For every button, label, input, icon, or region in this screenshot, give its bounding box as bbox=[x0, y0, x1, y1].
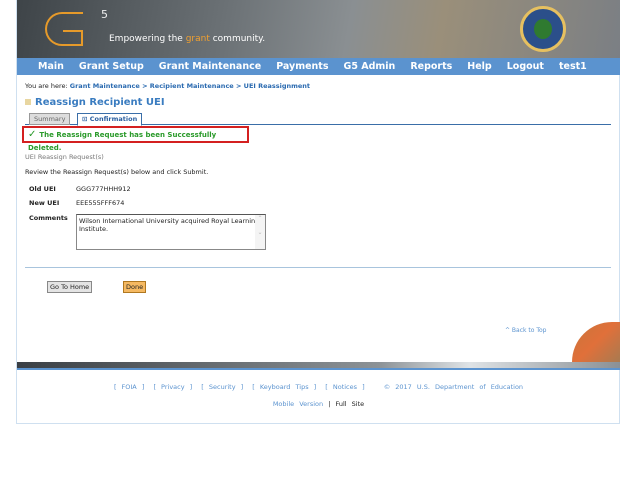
privacy-link[interactable]: [ Privacy ] bbox=[153, 383, 192, 391]
nav-payments[interactable]: Payments bbox=[276, 58, 328, 75]
page-title: Reassign Recipient UEI bbox=[25, 97, 165, 108]
breadcrumb-path[interactable]: Grant Maintenance > Recipient Maintenanc… bbox=[70, 82, 310, 90]
header-banner: 5 Empowering the grant community. bbox=[17, 0, 620, 58]
g5-logo-bar bbox=[63, 30, 83, 46]
back-to-top-link[interactable]: ^ Back to Top bbox=[505, 327, 546, 334]
old-uei-label: Old UEI bbox=[29, 185, 56, 193]
nav-help[interactable]: Help bbox=[467, 58, 491, 75]
success-message-text: The Reassign Request has been Successful… bbox=[28, 131, 217, 152]
nav-user[interactable]: test1 bbox=[559, 58, 587, 75]
nav-main[interactable]: Main bbox=[38, 58, 64, 75]
old-uei-value: GGG777HHH912 bbox=[76, 185, 131, 193]
comments-textarea[interactable]: Wilson International University acquired… bbox=[76, 214, 266, 250]
page-title-text: Reassign Recipient UEI bbox=[35, 97, 165, 108]
tab-confirmation[interactable]: ⊡ Confirmation bbox=[77, 113, 143, 126]
comments-text: Wilson International University acquired… bbox=[79, 217, 260, 233]
tagline-pre: Empowering the bbox=[109, 34, 186, 44]
tagline-post: community. bbox=[209, 34, 266, 44]
main-nav: Main Grant Setup Grant Maintenance Payme… bbox=[17, 58, 620, 75]
success-message: ✓ The Reassign Request has been Successfu… bbox=[22, 126, 249, 152]
security-link[interactable]: [ Security ] bbox=[201, 383, 243, 391]
divider bbox=[25, 267, 611, 268]
go-to-home-button[interactable]: Go To Home bbox=[47, 281, 93, 293]
tagline: Empowering the grant community. bbox=[109, 34, 265, 44]
page-container: 5 Empowering the grant community. Main G… bbox=[16, 0, 620, 424]
copyright: © 2017 U.S. Department of Education bbox=[383, 383, 524, 391]
classroom-image bbox=[572, 322, 620, 362]
check-icon: ✓ bbox=[28, 129, 37, 140]
section-title: UEI Reassign Request(s) bbox=[25, 153, 104, 161]
breadcrumb: You are here: Grant Maintenance > Recipi… bbox=[25, 82, 310, 90]
tab-confirmation-label: Confirmation bbox=[89, 115, 138, 123]
separator: | bbox=[328, 400, 331, 408]
textarea-scrollbar[interactable]: ⌃ ⌄ bbox=[255, 215, 265, 249]
nav-g5-admin[interactable]: G5 Admin bbox=[344, 58, 396, 75]
nav-reports[interactable]: Reports bbox=[410, 58, 452, 75]
nav-grant-maintenance[interactable]: Grant Maintenance bbox=[159, 58, 261, 75]
breadcrumb-prefix: You are here: bbox=[25, 82, 70, 90]
full-site-label: Full Site bbox=[335, 400, 365, 408]
footer-links: [ FOIA ] [ Privacy ] [ Security ] [ Keyb… bbox=[17, 383, 620, 391]
tagline-accent: grant bbox=[185, 34, 210, 44]
department-seal-icon bbox=[520, 6, 566, 52]
site-version: Mobile Version | Full Site bbox=[17, 400, 620, 408]
page-icon bbox=[25, 99, 31, 105]
g5-logo-number: 5 bbox=[101, 8, 108, 21]
done-button[interactable]: Done bbox=[123, 281, 147, 293]
new-uei-value: EEE555FFF674 bbox=[76, 199, 125, 207]
tab-bar: Summary ⊡ Confirmation bbox=[25, 112, 611, 126]
foia-link[interactable]: [ FOIA ] bbox=[114, 383, 144, 391]
keyboard-tips-link[interactable]: [ Keyboard Tips ] bbox=[252, 383, 316, 391]
notices-link[interactable]: [ Notices ] bbox=[325, 383, 364, 391]
mobile-version-link[interactable]: Mobile Version bbox=[273, 400, 323, 408]
nav-grant-setup[interactable]: Grant Setup bbox=[79, 58, 144, 75]
new-uei-label: New UEI bbox=[29, 199, 60, 207]
tab-summary[interactable]: Summary bbox=[29, 113, 71, 125]
nav-logout[interactable]: Logout bbox=[507, 58, 544, 75]
comments-label: Comments bbox=[29, 214, 68, 222]
instructions: Review the Reassign Request(s) below and… bbox=[25, 168, 209, 176]
footer-band bbox=[17, 362, 620, 370]
